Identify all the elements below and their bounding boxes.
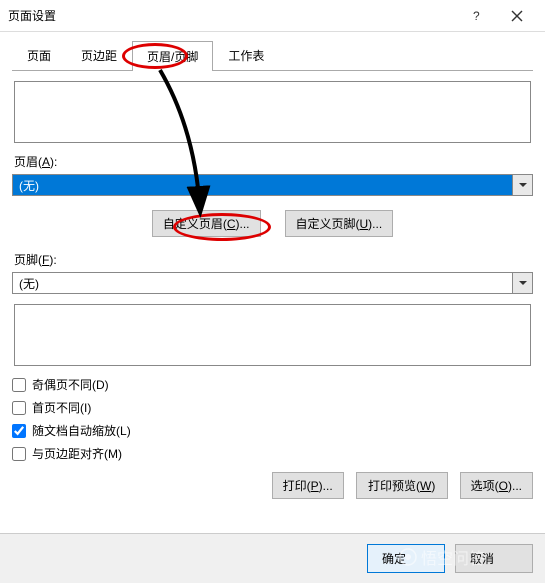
header-dropdown-value: (无) <box>13 175 512 195</box>
checkbox-odd-even-input[interactable] <box>12 378 26 392</box>
dialog-footer: 确定 取消 <box>0 533 545 583</box>
header-preview <box>14 81 531 143</box>
dialog-title: 页面设置 <box>8 7 457 24</box>
checkbox-odd-even[interactable]: 奇偶页不同(D) <box>12 376 533 393</box>
ok-button[interactable]: 确定 <box>367 544 445 573</box>
cancel-button[interactable]: 取消 <box>455 544 533 573</box>
checkbox-scale[interactable]: 随文档自动缩放(L) <box>12 422 533 439</box>
svg-text:?: ? <box>473 10 480 22</box>
print-preview-button[interactable]: 打印预览(W) <box>356 472 448 499</box>
tab-margin[interactable]: 页边距 <box>66 40 132 70</box>
footer-label: 页脚(F): <box>14 251 533 268</box>
close-button[interactable] <box>497 0 537 32</box>
custom-header-button[interactable]: 自定义页眉(C)... <box>152 210 261 237</box>
checkbox-align-margin[interactable]: 与页边距对齐(M) <box>12 445 533 462</box>
chevron-down-icon[interactable] <box>512 273 532 293</box>
tab-sheet[interactable]: 工作表 <box>213 40 279 70</box>
title-bar: 页面设置 ? <box>0 0 545 32</box>
help-button[interactable]: ? <box>457 0 497 32</box>
header-label: 页眉(A): <box>14 153 533 170</box>
footer-dropdown-value: (无) <box>13 273 512 293</box>
checkbox-first-page-input[interactable] <box>12 401 26 415</box>
chevron-down-icon[interactable] <box>512 175 532 195</box>
checkbox-scale-input[interactable] <box>12 424 26 438</box>
footer-dropdown[interactable]: (无) <box>12 272 533 294</box>
checkbox-first-page[interactable]: 首页不同(I) <box>12 399 533 416</box>
checkbox-align-margin-input[interactable] <box>12 447 26 461</box>
footer-preview <box>14 304 531 366</box>
tab-header-footer[interactable]: 页眉/页脚 <box>132 41 213 71</box>
options-button[interactable]: 选项(O)... <box>460 472 533 499</box>
print-button[interactable]: 打印(P)... <box>272 472 344 499</box>
tab-strip: 页面 页边距 页眉/页脚 工作表 <box>12 40 533 71</box>
header-dropdown[interactable]: (无) <box>12 174 533 196</box>
custom-footer-button[interactable]: 自定义页脚(U)... <box>285 210 394 237</box>
tab-page[interactable]: 页面 <box>12 40 66 70</box>
